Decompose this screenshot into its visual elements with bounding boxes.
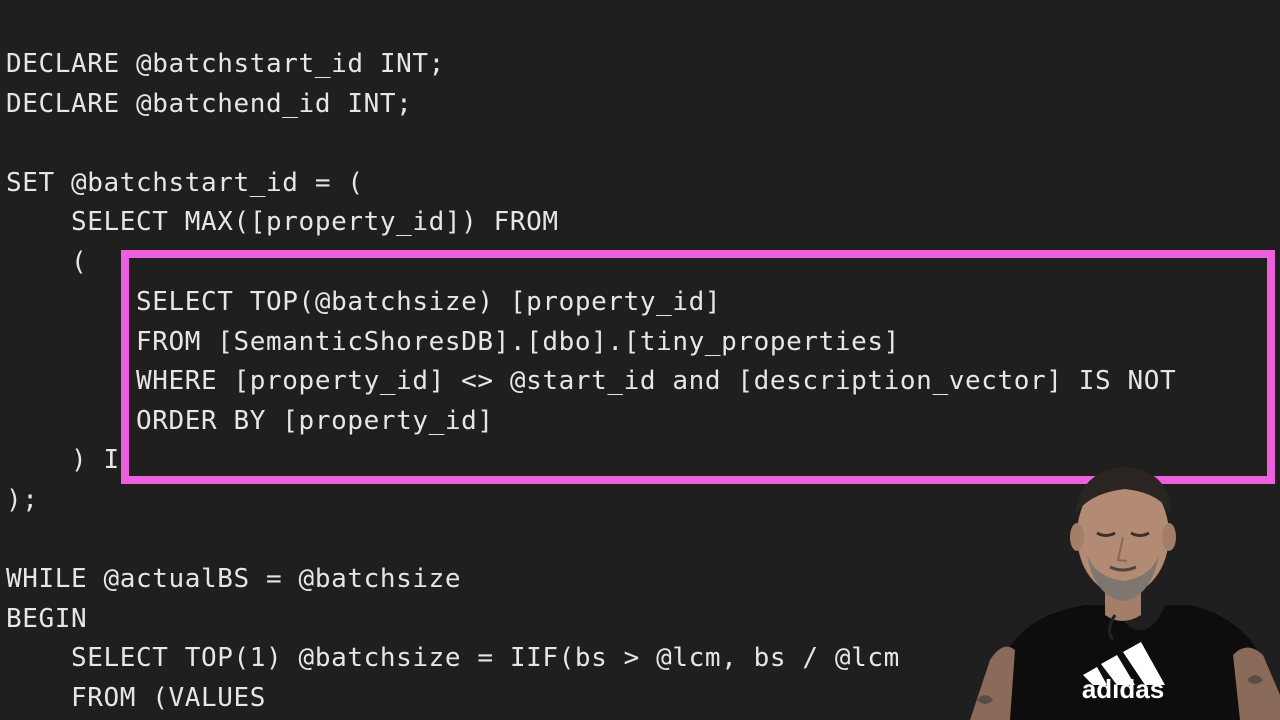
code-line: SELECT MAX([property_id]) FROM: [6, 207, 559, 237]
presenter-image: adidas: [970, 467, 1280, 720]
code-line: SET @batchstart_id = (: [6, 168, 364, 198]
code-line: WHILE @actualBS = @batchsize: [6, 564, 462, 594]
partial-line-top: [0, 0, 1280, 10]
code-line: FROM (VALUES: [6, 683, 267, 713]
shirt-logo-text: adidas: [1082, 674, 1164, 704]
code-editor[interactable]: DECLARE @batchstart_id INT; DECLARE @bat…: [0, 0, 1280, 720]
code-line: (: [6, 247, 88, 277]
code-line: );: [6, 485, 39, 515]
highlight-box: [121, 250, 1275, 484]
webcam-overlay: adidas: [965, 455, 1280, 720]
code-line: BEGIN: [6, 604, 88, 634]
code-line: DECLARE @batchstart_id INT;: [6, 49, 445, 79]
code-line: ) I: [6, 445, 120, 475]
code-line: DECLARE @batchend_id INT;: [6, 89, 413, 119]
code-line: SELECT TOP(1) @batchsize = IIF(bs > @lcm…: [6, 643, 900, 673]
